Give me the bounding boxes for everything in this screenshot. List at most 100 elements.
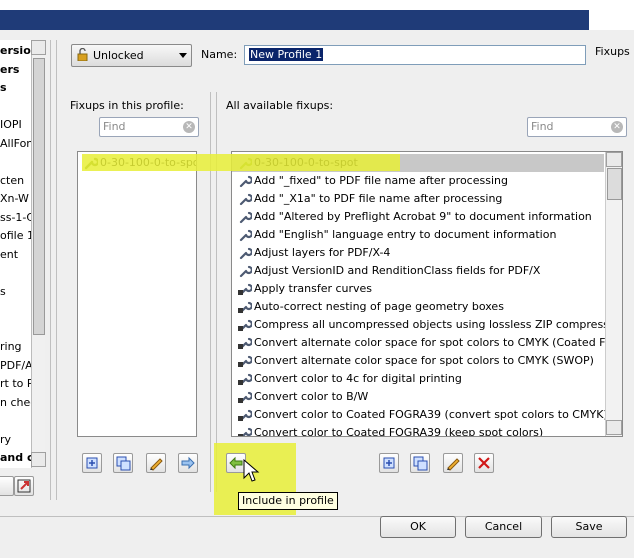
wrench-icon: [239, 229, 252, 242]
search-placeholder: Find: [103, 120, 126, 133]
tooltip: Include in profile: [238, 492, 338, 510]
titlebar-controls-area: [589, 0, 634, 30]
search-placeholder: Find: [531, 120, 554, 133]
left-pane-item[interactable]: ent: [0, 248, 18, 261]
pencil-icon: [150, 458, 163, 471]
cancel-button[interactable]: Cancel: [465, 516, 542, 538]
delete-icon: [478, 457, 490, 469]
profile-fixups-heading: Fixups in this profile:: [70, 99, 184, 112]
save-button[interactable]: Save: [551, 516, 627, 538]
scroll-up-button[interactable]: [31, 40, 46, 55]
clear-search-icon[interactable]: ✕: [611, 121, 623, 133]
fixups-list-scrollbar[interactable]: [605, 152, 622, 436]
lock-state-dropdown[interactable]: Unlocked: [71, 44, 192, 67]
list-item-label: Add "_fixed" to PDF file name after proc…: [254, 174, 508, 187]
left-pane-item[interactable]: ofile 1: [0, 229, 34, 242]
export-icon: [17, 479, 31, 493]
titlebar-band: [0, 10, 634, 30]
left-pane-button-a[interactable]: [0, 476, 14, 496]
wrench-icon: [239, 247, 252, 260]
locked-wrench-icon: [238, 373, 252, 386]
list-item-label: Convert alternate color space for spot c…: [254, 354, 594, 367]
mouse-cursor-icon: [243, 459, 260, 482]
left-pane-scrollbar[interactable]: [31, 40, 46, 468]
list-divider-line-2: [216, 92, 217, 492]
duplicate-fixup-button[interactable]: [410, 453, 430, 473]
locked-wrench-icon: [238, 337, 252, 350]
list-divider-line: [210, 92, 211, 492]
left-pane-item[interactable]: ring: [0, 340, 22, 353]
lock-state-label: Unlocked: [93, 49, 144, 62]
list-item-label: Add "English" language entry to document…: [254, 228, 557, 241]
wrench-icon: [239, 265, 252, 278]
locked-wrench-icon: [238, 283, 252, 296]
left-pane-item[interactable]: IOPI: [0, 118, 22, 131]
scroll-thumb[interactable]: [607, 168, 622, 200]
wrench-icon: [239, 211, 252, 224]
list-item-label: Convert color to Coated FOGRA39 (keep sp…: [254, 426, 544, 437]
new-fixup-button[interactable]: [379, 453, 399, 473]
list-item-label: Auto-correct nesting of page geometry bo…: [254, 300, 504, 313]
list-item-label: Add "Altered by Preflight Acrobat 9" to …: [254, 210, 592, 223]
unlocked-icon: [77, 48, 88, 61]
left-pane-item[interactable]: and c: [0, 451, 33, 464]
left-pane-item[interactable]: Xn-W: [0, 192, 29, 205]
highlight-marker: [82, 154, 400, 171]
locked-wrench-icon: [238, 355, 252, 368]
left-pane-item[interactable]: cten: [0, 174, 24, 187]
locked-wrench-icon: [238, 301, 252, 314]
left-pane-item[interactable]: ry: [0, 433, 11, 446]
clear-search-icon[interactable]: ✕: [183, 121, 195, 133]
profile-name-field[interactable]: New Profile 1: [244, 45, 586, 65]
profile-search-input[interactable]: Find ✕: [99, 117, 199, 137]
scroll-down-button[interactable]: [606, 420, 622, 435]
name-label: Name:: [201, 48, 238, 61]
scroll-up-button[interactable]: [606, 152, 622, 167]
left-pane-button-b[interactable]: [14, 476, 34, 496]
scroll-thumb[interactable]: [33, 58, 45, 335]
duplicate-icon: [413, 456, 428, 471]
list-item-label: Convert color to 4c for digital printing: [254, 372, 462, 385]
list-item-label: Adjust layers for PDF/X-4: [254, 246, 391, 259]
left-pane-item[interactable]: ss-1-C: [0, 211, 34, 224]
left-pane-item[interactable]: s: [0, 81, 7, 94]
arrow-right-icon: [181, 456, 195, 470]
duplicate-icon: [116, 456, 131, 471]
ok-button[interactable]: OK: [380, 516, 456, 538]
list-item-label: Convert color to B/W: [254, 390, 369, 403]
left-pane-item[interactable]: AllFon: [0, 137, 33, 150]
left-pane-item[interactable]: rt to P: [0, 377, 34, 390]
fixups-tab-label: Fixups: [595, 45, 630, 58]
delete-fixup-button[interactable]: [474, 453, 494, 473]
locked-wrench-icon: [238, 427, 252, 436]
left-pane-item[interactable]: s: [0, 285, 6, 298]
pencil-icon: [447, 458, 460, 471]
list-item-label: Apply transfer curves: [254, 282, 373, 295]
edit-fixup-button[interactable]: [146, 453, 166, 473]
wrench-icon: [239, 175, 252, 188]
new-icon: [383, 457, 395, 469]
duplicate-fixup-button[interactable]: [113, 453, 133, 473]
left-pane-item[interactable]: PDF/A: [0, 359, 33, 372]
profile-fixups-list[interactable]: 0-30-100-0-to-spot: [77, 151, 197, 437]
available-search-input[interactable]: Find ✕: [527, 117, 627, 137]
list-item-label: Compress all uncompressed objects using …: [254, 318, 623, 331]
available-fixups-heading: All available fixups:: [226, 99, 334, 112]
window-titlebar: [0, 0, 634, 30]
list-item-label: Convert alternate color space for spot c…: [254, 336, 623, 349]
available-fixups-list[interactable]: 0-30-100-0-to-spotAdd "_fixed" to PDF fi…: [231, 151, 623, 437]
chevron-down-icon: [179, 53, 187, 58]
list-item-label: Add "_X1a" to PDF file name after proces…: [254, 192, 503, 205]
pane-divider-line: [50, 40, 51, 500]
locked-wrench-icon: [238, 319, 252, 332]
locked-wrench-icon: [238, 409, 252, 422]
remove-from-profile-button[interactable]: [178, 453, 198, 473]
edit-fixup-button[interactable]: [443, 453, 463, 473]
pane-divider-line-2: [56, 40, 57, 500]
new-fixup-button[interactable]: [82, 453, 102, 473]
left-pane-item[interactable]: ers: [0, 63, 19, 76]
locked-wrench-icon: [238, 391, 252, 404]
profile-name-value: New Profile 1: [249, 48, 324, 61]
scroll-down-button[interactable]: [31, 452, 46, 467]
new-icon: [86, 457, 98, 469]
